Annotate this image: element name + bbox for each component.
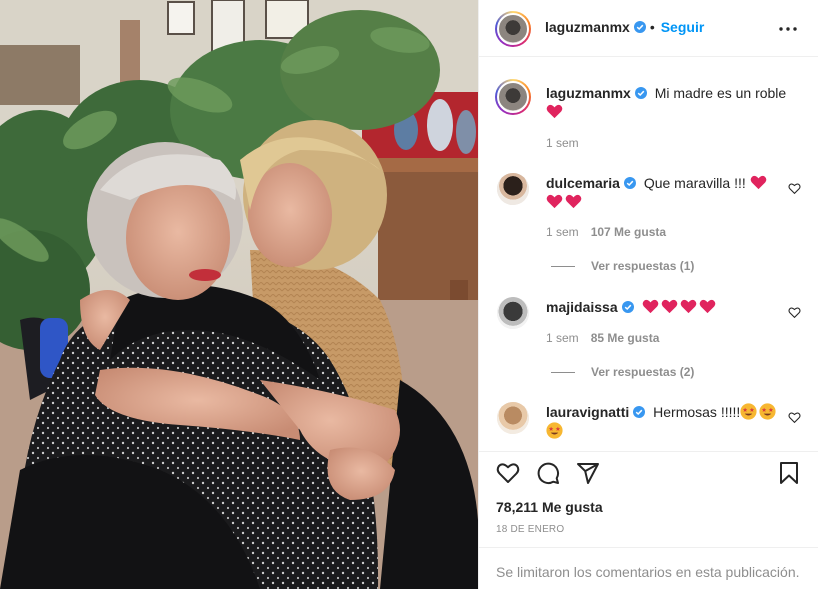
red-heart-emoji-icon <box>750 175 766 190</box>
likes-count[interactable]: 78,211 Me gusta <box>496 499 603 515</box>
verified-badge-icon <box>634 87 647 99</box>
like-comment-heart-icon[interactable] <box>788 306 801 319</box>
action-bar <box>479 451 818 493</box>
comment-text-block: dulcemaria Que maravilla !!! <box>546 174 787 212</box>
post-photo[interactable] <box>0 0 478 589</box>
post-side-panel: laguzmanmx • Seguir laguzmanmx Mi madre es… <box>478 0 818 589</box>
red-heart-emoji-icon <box>680 299 696 314</box>
caption-avatar[interactable] <box>495 79 531 115</box>
commenter-username[interactable]: majidaissa <box>546 299 618 315</box>
comment-icon[interactable] <box>536 461 560 485</box>
commenter-avatar[interactable] <box>497 402 529 434</box>
verified-badge-icon <box>633 406 646 418</box>
commenter-username[interactable]: lauravignatti <box>546 404 629 420</box>
red-heart-emoji-icon <box>546 194 563 209</box>
heart-icon[interactable] <box>496 461 520 485</box>
author-line: laguzmanmx • Seguir <box>545 19 704 35</box>
verified-badge-icon <box>623 177 636 189</box>
comments-limited-notice: Se limitaron los comentarios en esta pub… <box>479 547 818 589</box>
comment-likes[interactable]: 85 Me gusta <box>591 331 660 345</box>
caption-time: 1 sem <box>546 136 579 150</box>
comment-text: Que maravilla !!! <box>643 175 746 191</box>
save-icon[interactable] <box>777 461 801 485</box>
caption-text-block: laguzmanmx Mi madre es un roble <box>546 84 787 122</box>
comment-time: 1 sem <box>546 331 579 345</box>
follow-button[interactable]: Seguir <box>661 19 705 35</box>
post-date[interactable]: 18 DE ENERO <box>496 524 564 535</box>
comment-text-block: lauravignatti Hermosas !!!!! <box>546 403 787 441</box>
like-comment-heart-icon[interactable] <box>788 411 801 424</box>
red-heart-emoji-icon <box>661 299 677 314</box>
caption-username[interactable]: laguzmanmx <box>546 85 631 101</box>
post-photo-illustration <box>0 0 478 589</box>
comment-text-block: majidaissa <box>546 298 787 317</box>
separator-dot: • <box>649 19 655 35</box>
author-avatar[interactable] <box>495 11 531 47</box>
verified-badge-icon <box>633 21 646 33</box>
share-icon[interactable] <box>576 461 600 485</box>
star-struck-emoji-icon <box>759 403 776 420</box>
caption-text: Mi madre es un roble <box>654 85 787 101</box>
red-heart-emoji-icon <box>565 194 582 209</box>
view-replies-button[interactable]: Ver respuestas (1) <box>551 259 694 273</box>
comment-meta: 1 sem 107 Me gusta <box>546 225 666 239</box>
comment-likes[interactable]: 107 Me gusta <box>591 225 666 239</box>
star-struck-emoji-icon <box>546 422 563 439</box>
view-replies-button[interactable]: Ver respuestas (2) <box>551 365 694 379</box>
red-heart-emoji-icon <box>699 299 715 314</box>
comments-list[interactable]: laguzmanmx Mi madre es un roble 1 sem du… <box>479 58 818 451</box>
comment-text: Hermosas !!!!! <box>653 404 741 420</box>
post-header: laguzmanmx • Seguir <box>479 0 818 57</box>
like-comment-heart-icon[interactable] <box>788 182 801 195</box>
author-username[interactable]: laguzmanmx <box>545 19 630 35</box>
verified-badge-icon <box>621 301 634 313</box>
commenter-avatar[interactable] <box>497 297 529 329</box>
comments-limited-text: Se limitaron los comentarios en esta pub… <box>496 564 800 580</box>
commenter-avatar[interactable] <box>497 173 529 205</box>
commenter-username[interactable]: dulcemaria <box>546 175 620 191</box>
more-options-icon[interactable] <box>779 22 797 36</box>
red-heart-emoji-icon <box>546 104 563 119</box>
red-heart-emoji-icon <box>642 299 658 314</box>
comment-meta: 1 sem 85 Me gusta <box>546 331 659 345</box>
star-struck-emoji-icon <box>740 403 757 420</box>
comment-time: 1 sem <box>546 225 579 239</box>
